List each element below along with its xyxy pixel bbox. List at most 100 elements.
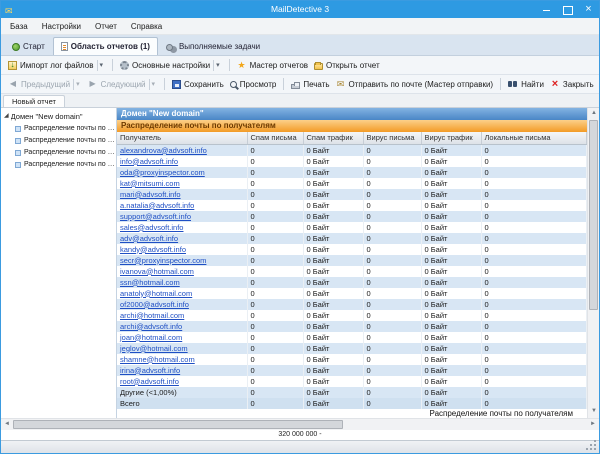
vertical-scroll-thumb[interactable] — [589, 120, 598, 310]
next-button[interactable]: Следующий — [85, 78, 160, 91]
import-logs-button[interactable]: Импорт лог файлов — [5, 59, 108, 72]
next-chevron-down-icon[interactable] — [149, 79, 158, 90]
send-mail-label: Отправить по почте (Мастер отправки) — [349, 80, 494, 89]
recipient-link[interactable]: anatoly@hotmail.com — [117, 288, 247, 299]
cell-value: 0 — [363, 398, 421, 409]
recipient-link[interactable]: archi@advsoft.info — [117, 321, 247, 332]
recipient-link[interactable]: shamne@hotmail.com — [117, 354, 247, 365]
recipient-link[interactable]: a.natalia@advsoft.info — [117, 200, 247, 211]
titlebar[interactable]: MailDetective 3 — [1, 1, 599, 18]
recipient-link[interactable]: ivanova@hotmail.com — [117, 266, 247, 277]
toolbar-separator — [283, 78, 284, 90]
recipient-link[interactable]: kandy@advsoft.info — [117, 244, 247, 255]
table-row: ivanova@hotmail.com00 Байт00 Байт0 — [117, 266, 587, 277]
report-toolbar: Предыдущий Следующий Сохранить Просмотр … — [1, 75, 599, 94]
close-button[interactable] — [578, 1, 599, 18]
previous-chevron-down-icon[interactable] — [73, 79, 82, 90]
tree-item-report-section[interactable]: Распределение почты по получателям — [1, 123, 116, 135]
column-header[interactable]: Локальные письма — [481, 132, 587, 144]
cell-value: 0 — [481, 200, 587, 211]
tree-item-report-section[interactable]: Распределение почты по доменам отправите… — [1, 159, 116, 171]
recipient-label: Другие (<1,00%) — [117, 387, 247, 398]
recipient-link[interactable]: jeglov@hotmail.com — [117, 343, 247, 354]
tree-root-domain[interactable]: Домен "New domain" — [1, 110, 116, 123]
menu-help[interactable]: Справка — [124, 20, 169, 33]
import-chevron-down-icon[interactable] — [97, 60, 106, 71]
recipient-link[interactable]: irina@advsoft.info — [117, 365, 247, 376]
recipient-link[interactable]: adv@advsoft.info — [117, 233, 247, 244]
horizontal-scroll-thumb[interactable] — [13, 420, 343, 429]
cell-value: 0 — [481, 189, 587, 200]
scroll-down-icon[interactable] — [588, 406, 600, 418]
report-wizard-button[interactable]: Мастер отчетов — [234, 59, 311, 71]
recipient-link[interactable]: mari@advsoft.info — [117, 189, 247, 200]
report-domain-header: Домен "New domain" — [117, 108, 587, 120]
recipient-link[interactable]: support@advsoft.info — [117, 211, 247, 222]
report-footer-title: Распределение почты по получателям — [117, 409, 587, 419]
maximize-button[interactable] — [557, 1, 578, 18]
tree-item-report-section[interactable]: Распределение почты по доменам получател… — [1, 147, 116, 159]
close-report-button[interactable]: Закрыть — [547, 78, 597, 90]
report-section-icon — [15, 162, 21, 168]
recipient-link[interactable]: oda@proxyinspector.com — [117, 167, 247, 178]
tree-expander-icon[interactable] — [4, 110, 9, 123]
tab-running-tasks[interactable]: Выполняемые задачи — [158, 37, 268, 55]
column-header[interactable]: Вирус письма — [363, 132, 421, 144]
tree-item-report-section[interactable]: Распределение почты по отправителям — [1, 135, 116, 147]
tab-report-area[interactable]: Область отчетов (1) — [53, 37, 158, 55]
toolbar-separator — [164, 78, 165, 90]
main-settings-label: Основные настройки — [132, 61, 210, 70]
main-settings-button[interactable]: Основные настройки — [117, 59, 225, 72]
cell-value: 0 Байт — [303, 233, 363, 244]
tab-start[interactable]: Старт — [4, 37, 53, 55]
recipient-link[interactable]: ssn@hotmail.com — [117, 277, 247, 288]
open-report-button[interactable]: Открыть отчет — [311, 60, 383, 71]
send-mail-button[interactable]: Отправить по почте (Мастер отправки) — [333, 78, 497, 90]
recipient-link[interactable]: secr@proxyinspector.com — [117, 255, 247, 266]
recipient-link[interactable]: joan@hotmail.com — [117, 332, 247, 343]
report-table-header-row: ПолучательСпам письмаСпам трафикВирус пи… — [117, 132, 587, 144]
cell-value: 0 Байт — [303, 398, 363, 409]
vertical-scrollbar[interactable] — [587, 108, 599, 418]
scroll-up-icon[interactable] — [588, 108, 600, 120]
cell-value: 0 Байт — [303, 266, 363, 277]
close-report-label: Закрыть — [563, 80, 594, 89]
recipient-link[interactable]: sales@advsoft.info — [117, 222, 247, 233]
recipient-link[interactable]: root@advsoft.info — [117, 376, 247, 387]
menu-base[interactable]: База — [3, 20, 35, 33]
vertical-scroll-track[interactable] — [588, 310, 599, 406]
recipient-link[interactable]: info@advsoft.info — [117, 156, 247, 167]
floppy-disk-icon — [172, 80, 181, 89]
cell-value: 0 — [481, 244, 587, 255]
window-controls — [536, 1, 599, 18]
recipient-link[interactable]: of2000@advsoft.info — [117, 299, 247, 310]
table-row: support@advsoft.info00 Байт00 Байт0 — [117, 211, 587, 222]
print-button[interactable]: Печать — [288, 79, 332, 90]
settings-chevron-down-icon[interactable] — [213, 60, 222, 71]
column-header[interactable]: Получатель — [117, 132, 247, 144]
find-button[interactable]: Найти — [505, 78, 547, 90]
cell-value: 0 — [363, 144, 421, 156]
table-row: anatoly@hotmail.com00 Байт00 Байт0 — [117, 288, 587, 299]
cell-value: 0 — [247, 244, 303, 255]
cell-value: 0 Байт — [421, 365, 481, 376]
recipient-link[interactable]: alexandrova@advsoft.info — [117, 144, 247, 156]
table-row: kandy@advsoft.info00 Байт00 Байт0 — [117, 244, 587, 255]
menu-settings[interactable]: Настройки — [35, 20, 88, 33]
column-header[interactable]: Спам трафик — [303, 132, 363, 144]
preview-button[interactable]: Просмотр — [227, 79, 280, 90]
horizontal-scrollbar[interactable] — [1, 418, 599, 430]
recipient-link[interactable]: archi@hotmail.com — [117, 310, 247, 321]
save-button[interactable]: Сохранить — [169, 79, 227, 90]
column-header[interactable]: Вирус трафик — [421, 132, 481, 144]
recipient-link[interactable]: kat@mitsumi.com — [117, 178, 247, 189]
table-row: oda@proxyinspector.com00 Байт00 Байт0 — [117, 167, 587, 178]
cell-value: 0 — [363, 266, 421, 277]
report-section-icon — [15, 126, 21, 132]
tab-new-report[interactable]: Новый отчет — [3, 95, 65, 107]
horizontal-scroll-track[interactable] — [343, 419, 587, 430]
previous-button[interactable]: Предыдущий — [5, 78, 85, 91]
menu-report[interactable]: Отчет — [88, 20, 124, 33]
minimize-button[interactable] — [536, 1, 557, 18]
column-header[interactable]: Спам письма — [247, 132, 303, 144]
